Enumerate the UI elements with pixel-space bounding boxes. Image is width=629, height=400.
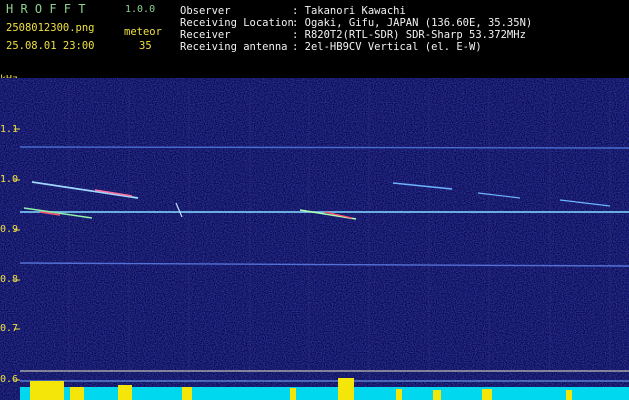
y-tick-label: 1.0 (0, 174, 19, 185)
y-tick-label: 0.7 (0, 323, 19, 334)
y-tick-label: 0.9 (0, 224, 19, 235)
y-tick-label: 0.6 (0, 374, 19, 385)
y-tick-label: 1.1 (0, 124, 19, 135)
signal-level-strip (20, 387, 629, 400)
spectrum-noise (0, 78, 629, 400)
header-panel: H R O F F T 1.0.0 2508012300.png 25.08.0… (0, 0, 629, 78)
observer-key: Observer (180, 5, 231, 17)
receiver-key: Receiver (180, 29, 231, 41)
meteor-label: meteor (124, 26, 162, 38)
observer-value: : Takanori Kawachi (292, 5, 406, 17)
receiver-value: : R820T2(RTL-SDR) SDR-Sharp 53.372MHz (292, 29, 526, 41)
y-tick-label: 0.8 (0, 274, 19, 285)
meteor-count: 35 (139, 40, 152, 52)
antenna-key: Receiving antenna (180, 41, 288, 53)
spectrogram (0, 78, 629, 400)
file-datetime: 25.08.01 23:00 (6, 40, 95, 52)
file-name: 2508012300.png (6, 22, 95, 34)
antenna-value: : 2el-HB9CV Vertical (el. E-W) (292, 41, 482, 53)
app-title: H R O F F T (6, 2, 86, 16)
location-value: : Ogaki, Gifu, JAPAN (136.60E, 35.35N) (292, 17, 533, 29)
location-key: Receiving Location (180, 17, 294, 29)
app-version: 1.0.0 (125, 4, 156, 15)
